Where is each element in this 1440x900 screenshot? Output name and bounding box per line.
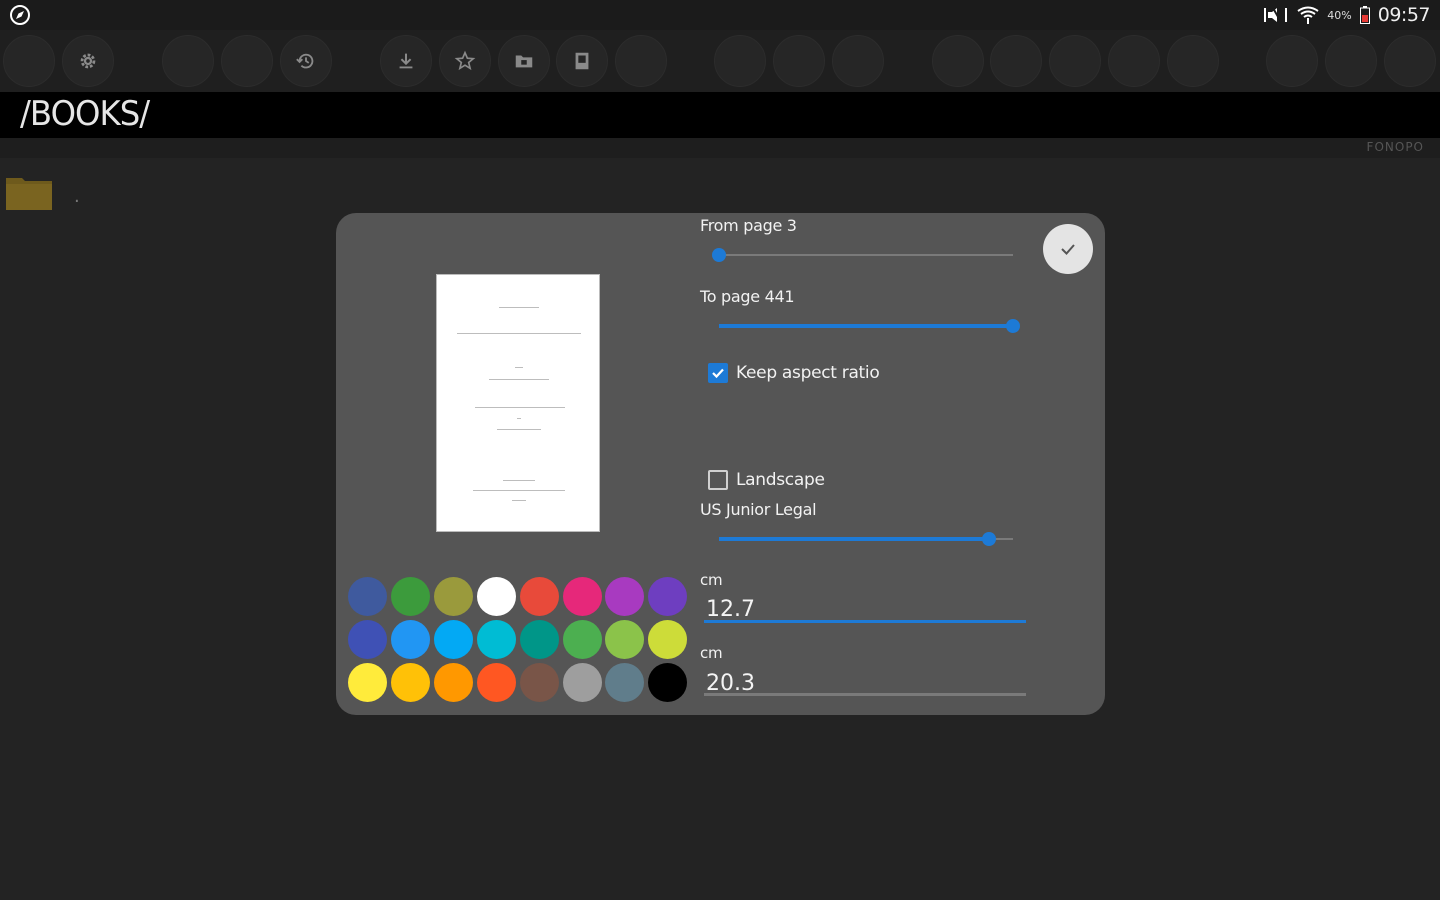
paper-size-slider[interactable]	[719, 529, 1013, 549]
toolbar-button-13[interactable]	[832, 35, 884, 87]
history-icon	[296, 53, 314, 69]
toolbar-button-3[interactable]	[162, 35, 214, 87]
book-button[interactable]	[556, 35, 608, 87]
color-swatch[interactable]	[390, 620, 430, 659]
color-swatch[interactable]	[348, 620, 387, 659]
book-icon	[575, 52, 589, 70]
height-input-underline	[704, 693, 1026, 696]
color-swatch[interactable]	[648, 620, 688, 659]
status-icons: 40% 09:57	[1263, 4, 1431, 26]
download-button[interactable]	[380, 35, 432, 87]
toolbar-button-1[interactable]	[3, 35, 55, 87]
battery-icon	[1359, 6, 1370, 24]
slider-thumb[interactable]	[1006, 319, 1020, 333]
sub-bar: FONOPO	[0, 138, 1440, 158]
status-bar: 40% 09:57	[0, 0, 1440, 30]
color-swatch[interactable]	[562, 663, 602, 702]
color-swatch[interactable]	[390, 663, 430, 702]
landscape-checkbox[interactable]	[708, 470, 728, 490]
check-icon	[712, 368, 724, 379]
toolbar-button-12[interactable]	[773, 35, 825, 87]
color-swatch[interactable]	[519, 577, 559, 616]
color-swatch[interactable]	[605, 663, 645, 702]
color-swatch[interactable]	[433, 577, 473, 616]
from-page-label: From page 3	[700, 216, 797, 235]
star-icon	[454, 50, 476, 71]
color-swatch[interactable]	[562, 577, 602, 616]
paper-size-label: US Junior Legal	[700, 500, 817, 519]
settings-button[interactable]	[62, 35, 114, 87]
to-page-slider[interactable]	[719, 316, 1020, 336]
width-unit-label: cm	[700, 571, 723, 589]
file-list-item[interactable]: .	[74, 186, 80, 207]
page-title: /BOOKS/	[20, 94, 150, 134]
color-swatch[interactable]	[476, 620, 516, 659]
keep-aspect-checkbox[interactable]	[708, 363, 728, 383]
folder-button[interactable]	[498, 35, 550, 87]
favorite-button[interactable]	[439, 35, 491, 87]
path-bar: /BOOKS/	[0, 92, 1440, 138]
check-icon	[1061, 244, 1075, 255]
download-icon	[399, 53, 413, 69]
toolbar-button-21[interactable]	[1384, 35, 1436, 87]
toolbar-button-20[interactable]	[1325, 35, 1377, 87]
page-preview	[436, 274, 600, 532]
color-swatch[interactable]	[433, 663, 473, 702]
color-swatch[interactable]	[648, 577, 688, 616]
history-button[interactable]	[280, 35, 332, 87]
toolbar-button-16[interactable]	[1049, 35, 1101, 87]
toolbar	[0, 30, 1440, 92]
keep-aspect-label: Keep aspect ratio	[736, 363, 880, 383]
toolbar-button-11[interactable]	[714, 35, 766, 87]
height-unit-label: cm	[700, 644, 723, 662]
battery-percent: 40%	[1327, 8, 1352, 22]
color-swatch[interactable]	[648, 663, 688, 702]
mute-icon	[1264, 7, 1288, 23]
wifi-icon	[1297, 6, 1319, 24]
confirm-button[interactable]	[1043, 224, 1093, 274]
toolbar-button-10[interactable]	[615, 35, 667, 87]
from-page-slider[interactable]	[712, 245, 1013, 265]
to-page-label: To page 441	[700, 287, 795, 306]
gear-icon	[80, 53, 96, 69]
clock: 09:57	[1377, 4, 1431, 26]
toolbar-button-17[interactable]	[1108, 35, 1160, 87]
compass-icon	[10, 5, 30, 25]
color-swatch[interactable]	[476, 577, 516, 616]
color-swatch[interactable]	[476, 663, 516, 702]
export-dialog: From page 3 To page 441 Keep aspect rati…	[336, 213, 1105, 715]
toolbar-button-14[interactable]	[932, 35, 984, 87]
watermark: FONOPO	[1366, 140, 1424, 154]
folder-icon	[515, 55, 533, 68]
color-swatch[interactable]	[348, 663, 387, 702]
color-swatch[interactable]	[348, 577, 387, 616]
color-swatch[interactable]	[519, 620, 559, 659]
color-swatch[interactable]	[605, 577, 645, 616]
toolbar-button-19[interactable]	[1266, 35, 1318, 87]
folder-icon[interactable]	[6, 176, 52, 210]
slider-thumb[interactable]	[982, 532, 997, 546]
color-swatch[interactable]	[605, 620, 645, 659]
toolbar-button-4[interactable]	[221, 35, 273, 87]
width-input-underline	[704, 620, 1026, 623]
slider-thumb[interactable]	[712, 248, 726, 262]
color-swatch[interactable]	[519, 663, 559, 702]
toolbar-button-18[interactable]	[1167, 35, 1219, 87]
color-swatch[interactable]	[562, 620, 602, 659]
color-swatch[interactable]	[433, 620, 473, 659]
toolbar-button-15[interactable]	[990, 35, 1042, 87]
landscape-label: Landscape	[736, 470, 825, 490]
color-swatch[interactable]	[390, 577, 430, 616]
